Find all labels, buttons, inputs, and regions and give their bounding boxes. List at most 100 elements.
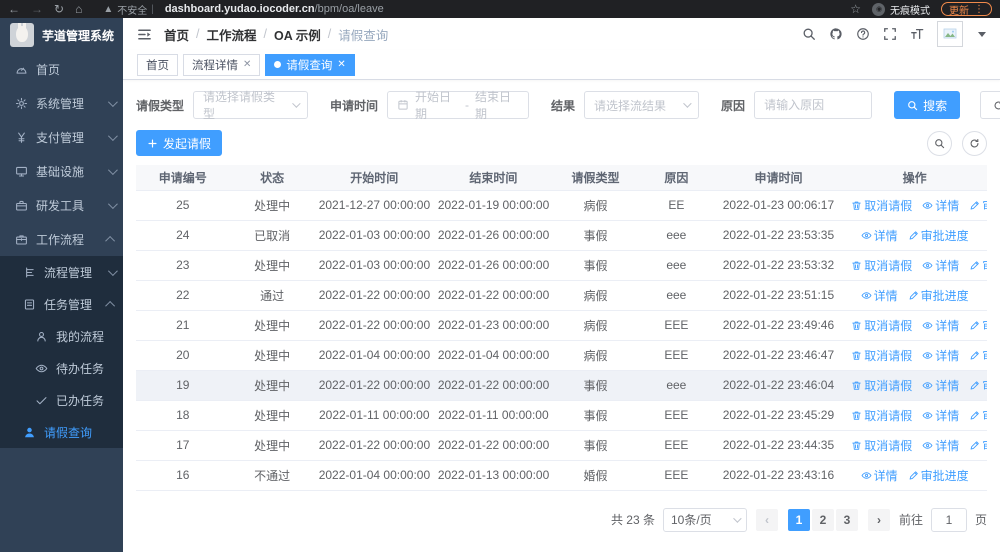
- github-icon[interactable]: [829, 27, 843, 41]
- detail-link[interactable]: 详情: [922, 407, 959, 424]
- page-number-button[interactable]: 3: [835, 508, 858, 531]
- reset-button[interactable]: 重置: [980, 91, 1000, 119]
- table-row[interactable]: 23 处理中 2022-01-03 00:00:00 2022-01-26 00:00…: [136, 250, 987, 281]
- sidebar-logo-row[interactable]: 芋道管理系统: [0, 18, 123, 52]
- approval-progress-link[interactable]: 审批进度: [969, 197, 987, 214]
- leave-type-select[interactable]: 请选择请假类型: [193, 90, 309, 121]
- browser-back-icon[interactable]: ←: [8, 3, 20, 15]
- detail-link[interactable]: 详情: [922, 257, 959, 274]
- detail-link[interactable]: 详情: [922, 437, 959, 454]
- search-button[interactable]: 搜索: [894, 91, 961, 119]
- table-row[interactable]: 16 不通过 2022-01-04 00:00:00 2022-01-13 00:00…: [136, 460, 987, 491]
- browser-home-icon[interactable]: ⌂: [75, 3, 82, 15]
- breadcrumb-item: 请假查询: [338, 28, 389, 43]
- approval-progress-link[interactable]: 审批进度: [969, 407, 987, 424]
- approval-progress-link[interactable]: 审批进度: [969, 257, 987, 274]
- column-header: 请假类型: [552, 165, 639, 191]
- cancel-leave-link[interactable]: 取消请假: [851, 377, 912, 394]
- cancel-leave-link[interactable]: 取消请假: [851, 347, 912, 364]
- sidebar-item-支付管理[interactable]: 支付管理: [0, 120, 123, 154]
- cancel-leave-link[interactable]: 取消请假: [851, 257, 912, 274]
- task-icon: [24, 299, 34, 309]
- detail-link[interactable]: 详情: [922, 317, 959, 334]
- approval-progress-link[interactable]: 审批进度: [908, 287, 969, 304]
- table-row[interactable]: 25 处理中 2021-12-27 00:00:00 2022-01-19 00:00…: [136, 190, 987, 221]
- fullscreen-icon[interactable]: [883, 27, 897, 41]
- search-icon[interactable]: [802, 27, 816, 41]
- browser-menu-icon[interactable]: ⋮: [974, 4, 984, 15]
- sidebar-item-基础设施[interactable]: 基础设施: [0, 154, 123, 188]
- table-row[interactable]: 22 通过 2022-01-22 00:00:00 2022-01-22 00:00:…: [136, 280, 987, 311]
- fontsize-icon[interactable]: [910, 27, 924, 41]
- table-row[interactable]: 24 已取消 2022-01-03 00:00:00 2022-01-26 00:00…: [136, 220, 987, 251]
- reason-input[interactable]: [754, 91, 873, 119]
- sidebar-item-任务管理[interactable]: 任务管理: [0, 288, 123, 320]
- sidebar-item-流程管理[interactable]: 流程管理: [0, 256, 123, 288]
- tag-tab-首页[interactable]: 首页: [137, 53, 178, 76]
- prev-page-button[interactable]: ‹: [755, 508, 778, 531]
- page-number-button[interactable]: 2: [811, 508, 834, 531]
- table-row[interactable]: 20 处理中 2022-01-04 00:00:00 2022-01-04 00:00…: [136, 340, 987, 371]
- breadcrumb-item[interactable]: 工作流程: [207, 25, 257, 44]
- page-size-select[interactable]: 10条/页: [662, 507, 747, 532]
- cell-status: 不通过: [229, 460, 315, 491]
- cancel-leave-link[interactable]: 取消请假: [851, 407, 912, 424]
- sidebar-item-待办任务[interactable]: 待办任务: [0, 352, 123, 384]
- browser-forward-icon[interactable]: →: [31, 3, 43, 15]
- page-number-button[interactable]: 1: [787, 508, 810, 531]
- sidebar-menu: 首页 系统管理 支付管理 基础设施 研发工具 工作流程 流程管理 任务管理 我的流程 待办任务 已办…: [0, 52, 123, 552]
- browser-update-button[interactable]: 更新 ⋮: [941, 2, 992, 17]
- cancel-leave-link[interactable]: 取消请假: [851, 317, 912, 334]
- hamburger-icon[interactable]: [137, 27, 152, 42]
- site-security-warning[interactable]: ▲ 不安全 |: [103, 2, 154, 17]
- cancel-leave-link[interactable]: 取消请假: [851, 197, 912, 214]
- cell-reason: EEE: [638, 340, 715, 371]
- tag-tab-请假查询[interactable]: 请假查询 ✕: [265, 53, 355, 76]
- sidebar-item-已办任务[interactable]: 已办任务: [0, 384, 123, 416]
- next-page-button[interactable]: ›: [867, 508, 890, 531]
- approval-progress-link[interactable]: 审批进度: [969, 347, 987, 364]
- table-row[interactable]: 19 处理中 2022-01-22 00:00:00 2022-01-22 00:00…: [136, 370, 987, 401]
- detail-link[interactable]: 详情: [922, 347, 959, 364]
- view-icon: [922, 381, 933, 389]
- sidebar-item-系统管理[interactable]: 系统管理: [0, 86, 123, 120]
- cancel-leave-link[interactable]: 取消请假: [851, 437, 912, 454]
- sidebar-item-研发工具[interactable]: 研发工具: [0, 188, 123, 222]
- refresh-table-button[interactable]: [962, 130, 987, 156]
- goto-page-input[interactable]: [930, 507, 967, 532]
- detail-link[interactable]: 详情: [861, 467, 898, 484]
- sidebar-item-首页[interactable]: 首页: [0, 52, 123, 86]
- create-leave-button[interactable]: 发起请假: [136, 130, 223, 156]
- tag-label: 请假查询: [286, 59, 333, 72]
- browser-reload-icon[interactable]: ↻: [54, 3, 64, 15]
- result-select[interactable]: 请选择流结果: [584, 91, 700, 119]
- user-avatar[interactable]: [937, 21, 963, 47]
- approval-progress-link[interactable]: 审批进度: [908, 467, 969, 484]
- breadcrumb-item[interactable]: 首页: [164, 25, 189, 44]
- breadcrumb-item[interactable]: OA 示例: [274, 25, 321, 44]
- address-bar[interactable]: dashboard.yudao.iocoder.cn/bpm/oa/leave: [165, 3, 384, 15]
- table-row[interactable]: 21 处理中 2022-01-22 00:00:00 2022-01-23 00:00…: [136, 310, 987, 341]
- detail-link[interactable]: 详情: [922, 377, 959, 394]
- bookmark-star-icon[interactable]: ☆: [850, 3, 861, 15]
- sidebar-item-工作流程[interactable]: 工作流程: [0, 222, 123, 256]
- column-header: 操作: [842, 165, 987, 191]
- sidebar-item-我的流程[interactable]: 我的流程: [0, 320, 123, 352]
- tag-tab-流程详情[interactable]: 流程详情 ✕: [183, 53, 261, 76]
- close-icon[interactable]: ✕: [337, 59, 345, 70]
- approval-progress-link[interactable]: 审批进度: [969, 317, 987, 334]
- sidebar-item-请假查询[interactable]: 请假查询: [0, 416, 123, 448]
- detail-link[interactable]: 详情: [922, 197, 959, 214]
- question-icon[interactable]: [856, 27, 870, 41]
- table-row[interactable]: 17 处理中 2022-01-22 00:00:00 2022-01-22 00:00…: [136, 430, 987, 461]
- toggle-search-button[interactable]: [927, 130, 952, 156]
- approval-progress-link[interactable]: 审批进度: [969, 377, 987, 394]
- approval-progress-link[interactable]: 审批进度: [908, 227, 969, 244]
- detail-link[interactable]: 详情: [861, 287, 898, 304]
- detail-link[interactable]: 详情: [861, 227, 898, 244]
- apply-time-range-picker[interactable]: 开始日期 - 结束日期: [387, 90, 530, 121]
- avatar-dropdown-caret-icon[interactable]: [978, 31, 986, 37]
- approval-progress-link[interactable]: 审批进度: [969, 437, 987, 454]
- table-row[interactable]: 18 处理中 2022-01-11 00:00:00 2022-01-11 00:00…: [136, 400, 987, 431]
- close-icon[interactable]: ✕: [243, 59, 251, 70]
